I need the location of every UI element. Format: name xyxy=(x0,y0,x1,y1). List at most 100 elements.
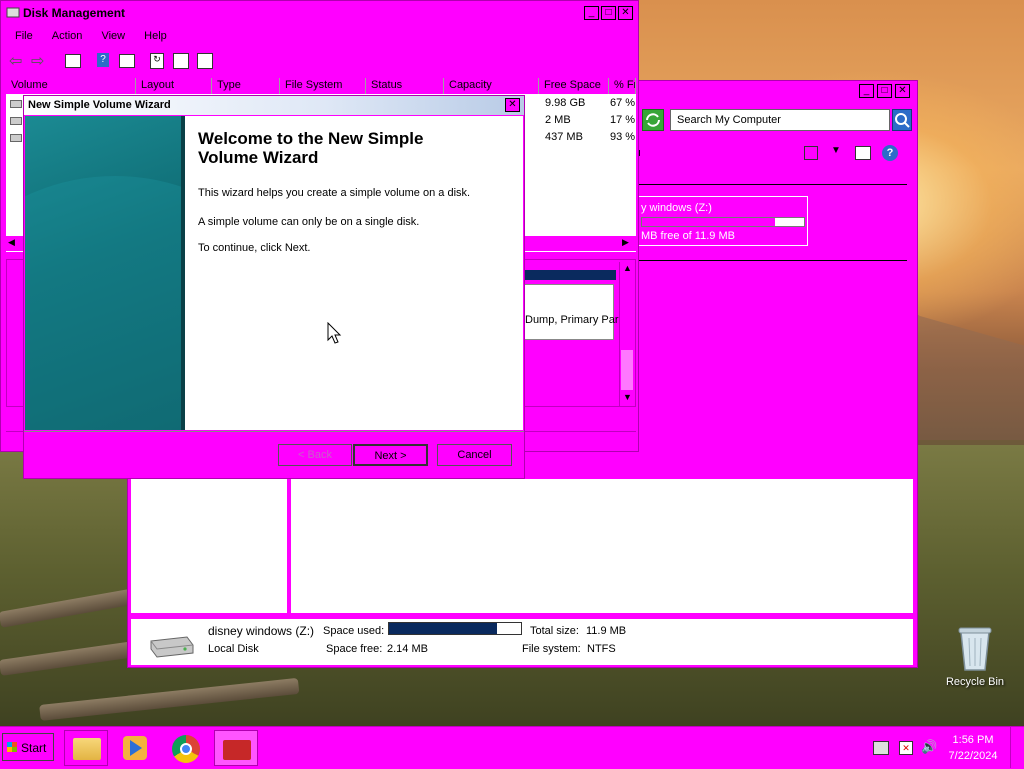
file-system-label: File system: xyxy=(522,643,581,655)
folder-icon xyxy=(73,738,101,760)
total-size-value: 11.9 MB xyxy=(586,625,627,637)
clock-date: 7/22/2024 xyxy=(948,750,998,762)
show-desktop-button[interactable] xyxy=(1010,727,1023,768)
drive-tile-usage-bar xyxy=(641,217,805,227)
refresh-button[interactable] xyxy=(642,109,664,131)
menu-file[interactable]: File xyxy=(15,30,33,42)
drive-icon xyxy=(10,100,22,108)
space-free-value: 2.14 MB xyxy=(387,643,428,655)
chrome-taskbar-button[interactable] xyxy=(164,730,208,766)
start-label: Start xyxy=(21,741,47,755)
clock[interactable]: 1:56 PM 7/22/2024 xyxy=(943,732,1003,764)
maximize-button[interactable]: □ xyxy=(877,84,892,98)
partition-header-bar xyxy=(524,270,616,280)
search-input[interactable]: Search My Computer xyxy=(677,114,781,126)
volume-icon[interactable]: 🔊 xyxy=(921,739,937,755)
hard-drive-icon xyxy=(150,636,194,658)
minimize-button[interactable]: _ xyxy=(584,6,599,20)
wizard-side-arc xyxy=(25,176,185,430)
drive-icon xyxy=(10,134,22,142)
space-used-fill xyxy=(389,623,498,634)
recycle-bin-shortcut[interactable]: Recycle Bin xyxy=(944,622,1006,692)
drive-tile[interactable]: y windows (Z:) MB free of 11.9 MB xyxy=(638,196,808,246)
play-icon xyxy=(130,740,142,756)
help-icon[interactable]: ? xyxy=(97,53,109,67)
maximize-button[interactable]: □ xyxy=(601,6,616,20)
wizard-text-line-3: To continue, click Next. xyxy=(198,242,311,254)
column-free-space[interactable]: Free Space xyxy=(539,78,609,94)
drive-name: disney windows (Z:) xyxy=(208,624,315,638)
clock-time: 1:56 PM xyxy=(952,734,994,746)
toolbox-taskbar-button[interactable] xyxy=(214,730,258,766)
close-button[interactable]: ✕ xyxy=(895,84,910,98)
free-space-cell: 437 MB xyxy=(545,131,583,143)
back-arrow-icon[interactable]: ⇦ xyxy=(9,51,22,71)
search-button[interactable] xyxy=(892,109,912,131)
column-file-system[interactable]: File System xyxy=(280,78,366,94)
disk-management-icon xyxy=(6,7,20,18)
forward-arrow-icon[interactable]: ⇨ xyxy=(31,51,44,71)
column-percent-free[interactable]: % Fr xyxy=(609,78,636,94)
scroll-down-arrow[interactable]: ▼ xyxy=(623,392,632,402)
scroll-up-arrow[interactable]: ▲ xyxy=(623,263,632,273)
minimize-button[interactable]: _ xyxy=(859,84,874,98)
scroll-thumb[interactable] xyxy=(621,350,633,390)
recycle-bin-label: Recycle Bin xyxy=(945,676,1005,688)
view-options-icon[interactable] xyxy=(804,146,818,160)
toolbar: ⇦ ⇨ ? ↻ xyxy=(7,51,227,71)
drive-tile-free: MB free of 11.9 MB xyxy=(641,230,735,242)
column-volume[interactable]: Volume xyxy=(6,78,136,94)
window-title: Disk Management xyxy=(23,6,126,20)
chevron-down-icon[interactable]: ▼ xyxy=(831,145,841,156)
network-icon[interactable] xyxy=(873,741,889,755)
free-space-cell: 9.98 GB xyxy=(545,97,586,109)
action-center-flag-icon[interactable]: ✕ xyxy=(899,741,913,755)
file-explorer-taskbar-button[interactable] xyxy=(64,730,108,766)
file-system-value: NTFS xyxy=(587,643,616,655)
column-status[interactable]: Status xyxy=(366,78,444,94)
drive-type: Local Disk xyxy=(208,643,259,655)
space-free-label: Space free: xyxy=(326,643,383,655)
console-tree-icon[interactable] xyxy=(65,54,81,68)
menu-view[interactable]: View xyxy=(101,30,125,42)
total-size-label: Total size: xyxy=(530,625,579,637)
percent-free-cell: 67 % xyxy=(610,97,636,109)
menu-help[interactable]: Help xyxy=(144,30,167,42)
next-button[interactable]: Next > xyxy=(353,444,428,466)
start-button[interactable]: Start xyxy=(2,733,54,761)
search-box[interactable]: Search My Computer xyxy=(670,109,890,131)
recycle-bin-icon xyxy=(958,627,992,671)
column-capacity[interactable]: Capacity xyxy=(444,78,539,94)
space-used-bar xyxy=(388,622,522,635)
section-divider xyxy=(638,184,907,185)
column-layout[interactable]: Layout xyxy=(136,78,212,94)
percent-free-cell: 17 % xyxy=(610,114,636,126)
help-icon[interactable]: ? xyxy=(882,145,898,161)
media-player-taskbar-button[interactable] xyxy=(113,730,157,766)
windows-logo-icon xyxy=(7,742,17,752)
settings-icon[interactable] xyxy=(173,53,189,69)
scroll-right-arrow[interactable]: ▶ xyxy=(622,237,629,248)
drive-icon xyxy=(10,117,22,125)
column-type[interactable]: Type xyxy=(212,78,280,94)
preview-pane-icon[interactable] xyxy=(855,146,871,160)
close-button[interactable]: ✕ xyxy=(618,6,633,20)
refresh-icon[interactable]: ↻ xyxy=(150,53,164,69)
disk-icon[interactable] xyxy=(197,53,213,69)
wizard-text-line-2: A simple volume can only be on a single … xyxy=(198,216,420,228)
vertical-scrollbar[interactable]: ▲ ▼ xyxy=(619,262,635,406)
close-button[interactable]: ✕ xyxy=(505,98,520,112)
wizard-text-line-1: This wizard helps you create a simple vo… xyxy=(198,187,471,199)
menu-action[interactable]: Action xyxy=(52,30,83,42)
partition-box[interactable]: Dump, Primary Par xyxy=(524,284,619,340)
properties-icon[interactable] xyxy=(119,54,135,68)
cancel-button[interactable]: Cancel xyxy=(437,444,512,466)
search-icon xyxy=(895,113,910,128)
taskbar: Start ✕ 🔊 1:56 PM 7/22/2024 xyxy=(0,726,1024,769)
wizard-title: New Simple Volume Wizard xyxy=(28,99,171,111)
percent-free-cell: 93 % xyxy=(610,131,636,143)
scroll-left-arrow[interactable]: ◀ xyxy=(8,237,15,248)
wizard-content: Welcome to the New Simple Volume Wizard … xyxy=(185,116,523,430)
space-used-label: Space used: xyxy=(323,625,385,637)
back-button[interactable]: < Back xyxy=(278,444,352,466)
